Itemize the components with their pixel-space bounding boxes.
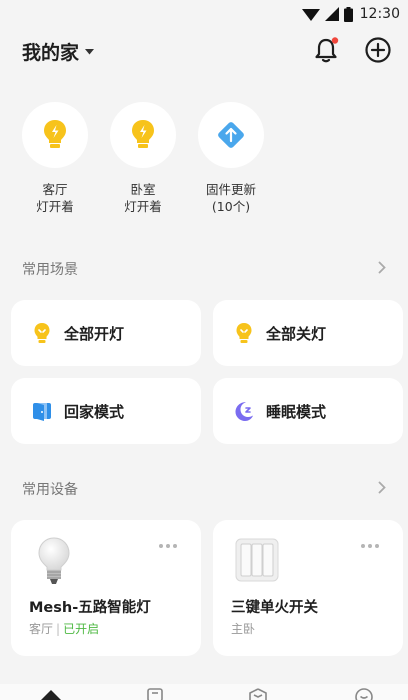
switch-device-icon	[235, 538, 279, 582]
quick-status-circle	[110, 102, 176, 168]
device-tab-icon[interactable]	[248, 687, 268, 700]
quick-status-row: 客厅 灯开着 卧室 灯开着 固件更新 (10个)	[0, 102, 408, 222]
quick-status-label: 卧室 灯开着	[124, 182, 162, 214]
notification-badge	[331, 37, 339, 44]
scene-sleep-mode[interactable]: 睡眠模式	[213, 378, 403, 444]
status-time: 12:30	[359, 6, 400, 22]
scene-label: 全部开灯	[64, 325, 125, 343]
quick-status-firmware[interactable]: 固件更新 (10个)	[192, 102, 270, 215]
scene-all-on[interactable]: 全部开灯	[11, 300, 201, 366]
bulb-off-icon	[236, 323, 252, 343]
plus-circle-icon[interactable]	[362, 34, 394, 66]
device-name: Mesh-五路智能灯	[29, 600, 151, 616]
upload-arrow-icon	[218, 122, 244, 148]
header: 我的家	[0, 34, 408, 68]
chevron-right-icon	[378, 261, 386, 274]
status-bar: 12:30	[0, 0, 408, 30]
scenes-section-header[interactable]: 常用场景	[0, 257, 408, 281]
bell-icon[interactable]	[310, 34, 342, 66]
wifi-icon	[301, 9, 320, 21]
device-room: 主卧	[231, 622, 256, 636]
separator: |	[56, 622, 61, 636]
device-card-triple-switch[interactable]: 三键单火开关 主卧	[213, 520, 403, 656]
door-icon	[33, 403, 51, 421]
scene-label: 回家模式	[64, 403, 125, 421]
scene-home-mode[interactable]: 回家模式	[11, 378, 201, 444]
chevron-right-icon	[378, 481, 386, 494]
quick-status-circle	[22, 102, 88, 168]
device-status: 主卧	[231, 620, 255, 637]
bulb-on-icon	[34, 323, 50, 343]
home-selector[interactable]: 我的家	[22, 38, 95, 65]
device-card-mesh-light[interactable]: Mesh-五路智能灯 客厅 | 已开启	[11, 520, 201, 656]
scene-label: 睡眠模式	[266, 403, 327, 421]
device-state: 已开启	[63, 622, 100, 636]
quick-status-living-room[interactable]: 客厅 灯开着	[16, 102, 94, 215]
bulb-device-icon	[38, 537, 70, 584]
bulb-icon	[132, 120, 154, 148]
scenes-section-title: 常用场景	[22, 262, 78, 278]
device-room: 客厅	[29, 622, 54, 636]
device-status: 客厅 | 已开启	[29, 620, 99, 637]
more-options-icon[interactable]	[361, 544, 379, 548]
quick-status-label: 固件更新 (10个)	[205, 182, 256, 214]
devices-section-title: 常用设备	[22, 482, 78, 498]
home-name: 我的家	[22, 42, 80, 64]
devices-section-header[interactable]: 常用设备	[0, 477, 408, 501]
quick-status-circle	[198, 102, 264, 168]
bulb-icon	[44, 120, 66, 148]
signal-icon	[324, 7, 339, 21]
more-options-icon[interactable]	[159, 544, 177, 548]
quick-status-label: 客厅 灯开着	[36, 182, 74, 214]
status-icons: 12:30	[301, 6, 400, 22]
scene-all-off[interactable]: 全部关灯	[213, 300, 403, 366]
battery-icon	[343, 6, 353, 22]
quick-status-bedroom[interactable]: 卧室 灯开着	[104, 102, 182, 215]
bottom-tab-bar	[0, 684, 408, 700]
moon-icon	[235, 402, 253, 421]
home-tab-icon[interactable]	[41, 687, 61, 700]
caret-down-icon	[85, 48, 95, 54]
device-name: 三键单火开关	[231, 600, 318, 616]
scene-label: 全部关灯	[266, 325, 327, 343]
profile-tab-icon[interactable]	[354, 687, 374, 700]
scene-tab-icon[interactable]	[145, 687, 165, 700]
